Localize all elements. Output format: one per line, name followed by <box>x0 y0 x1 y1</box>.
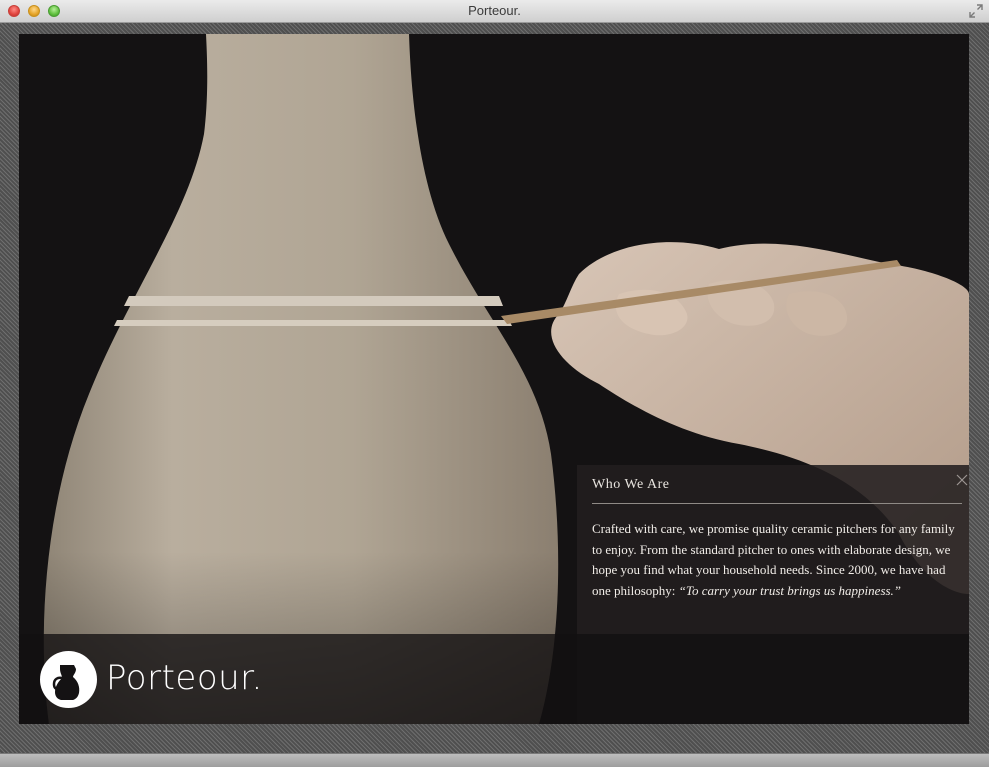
hero-stage: Who We Are Crafted with care, we promise… <box>19 34 969 724</box>
panel-divider <box>592 503 962 504</box>
pitcher-icon[interactable] <box>40 651 97 708</box>
panel-heading: Who We Are <box>592 477 670 492</box>
window-title: Porteour. <box>468 3 521 18</box>
panel-body: Crafted with care, we promise quality ce… <box>592 519 965 601</box>
brand-bar: Porteour. <box>19 634 577 724</box>
fullscreen-icon[interactable] <box>969 4 983 18</box>
close-icon[interactable] <box>955 473 969 487</box>
window-title-bar: Porteour. <box>0 0 989 23</box>
panel-quote: “To carry your trust brings us happiness… <box>678 582 902 598</box>
who-we-are-panel: Who We Are Crafted with care, we promise… <box>577 465 969 634</box>
window-bottom-bar <box>0 753 989 767</box>
brand-name[interactable]: Porteour. <box>106 658 263 698</box>
